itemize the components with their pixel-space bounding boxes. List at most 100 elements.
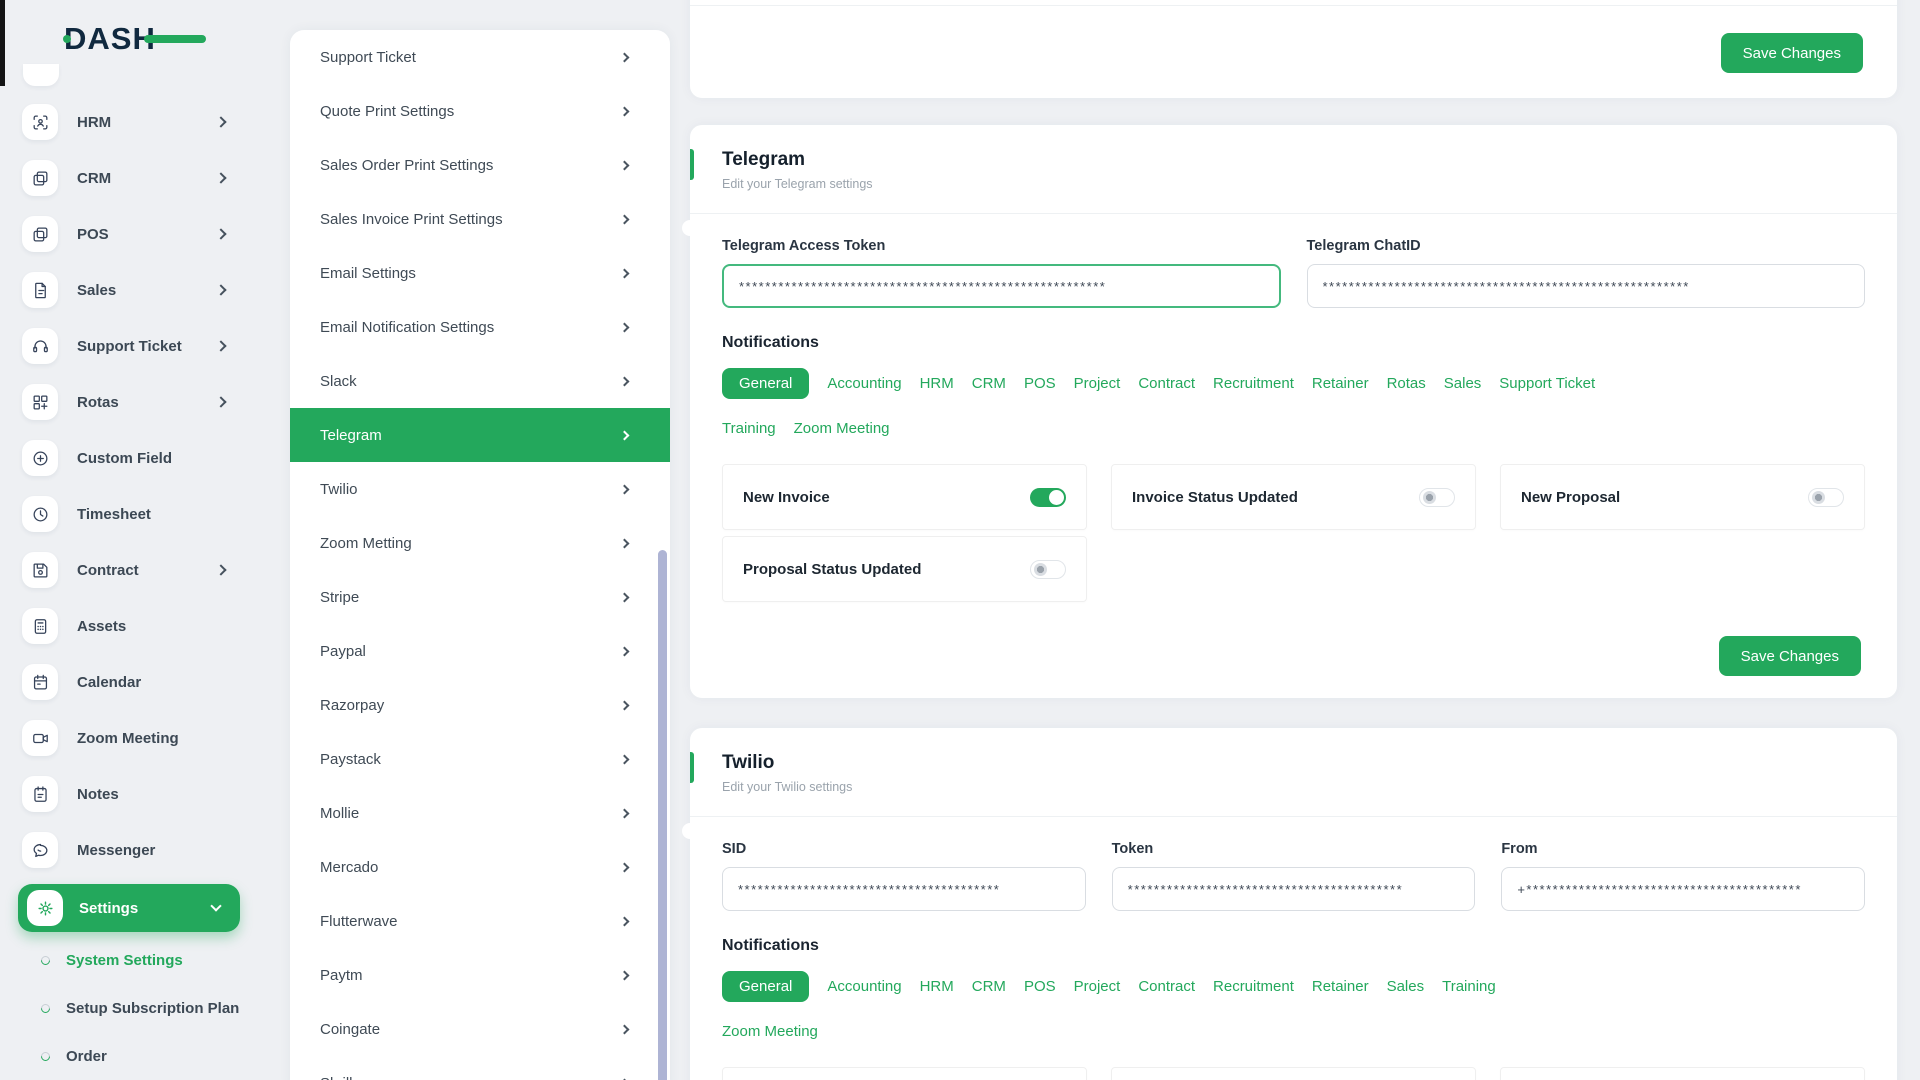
tab-hrm[interactable]: HRM bbox=[920, 971, 954, 1002]
sidebar-item-rotas[interactable]: Rotas bbox=[0, 374, 287, 430]
chevron-right-icon bbox=[620, 592, 630, 602]
toggle-label: Invoice Status Updated bbox=[1132, 489, 1298, 506]
settings-menu-item-paystack[interactable]: Paystack bbox=[290, 732, 670, 786]
settings-menu-item-skrill[interactable]: Skrill bbox=[290, 1056, 670, 1080]
tab-general[interactable]: General bbox=[722, 971, 809, 1002]
settings-menu-item-slack[interactable]: Slack bbox=[290, 354, 670, 408]
settings-menu-item-label: Email Notification Settings bbox=[320, 319, 494, 336]
settings-menu-item-label: Twilio bbox=[320, 481, 358, 498]
sidebar-item-zoom-meeting[interactable]: Zoom Meeting bbox=[0, 710, 287, 766]
sidebar-subitem-order[interactable]: Order bbox=[0, 1032, 287, 1080]
tab-recruitment[interactable]: Recruitment bbox=[1213, 368, 1294, 399]
sidebar-item-timesheet[interactable]: Timesheet bbox=[0, 486, 287, 542]
invoice-status-updated-toggle[interactable] bbox=[1419, 488, 1455, 507]
settings-menu-item-twilio[interactable]: Twilio bbox=[290, 462, 670, 516]
sidebar-item-notes[interactable]: Notes bbox=[0, 766, 287, 822]
settings-menu-item-stripe[interactable]: Stripe bbox=[290, 570, 670, 624]
chevron-right-icon bbox=[620, 700, 630, 710]
sidebar-subitem-setup-subscription-plan[interactable]: Setup Subscription Plan bbox=[0, 984, 287, 1032]
sidebar-item-contract[interactable]: Contract bbox=[0, 542, 287, 598]
sidebar-item-custom-field[interactable]: Custom Field bbox=[0, 430, 287, 486]
sidebar-item-assets[interactable]: Assets bbox=[0, 598, 287, 654]
tab-retainer[interactable]: Retainer bbox=[1312, 368, 1369, 399]
settings-menu-item-quote-print-settings[interactable]: Quote Print Settings bbox=[290, 84, 670, 138]
settings-menu-item-paytm[interactable]: Paytm bbox=[290, 948, 670, 1002]
tab-hrm[interactable]: HRM bbox=[920, 368, 954, 399]
sidebar-item-settings[interactable]: Settings bbox=[18, 884, 240, 932]
settings-menu-item-support-ticket[interactable]: Support Ticket bbox=[290, 30, 670, 84]
tab-training[interactable]: Training bbox=[722, 413, 776, 444]
tab-accounting[interactable]: Accounting bbox=[827, 368, 901, 399]
proposal-status-updated-toggle[interactable] bbox=[1030, 560, 1066, 579]
telegram-card: Telegram Edit your Telegram settings Tel… bbox=[690, 125, 1897, 698]
sidebar-item-sales[interactable]: Sales bbox=[0, 262, 287, 318]
chevron-down-icon bbox=[210, 900, 221, 911]
tab-sales[interactable]: Sales bbox=[1387, 971, 1425, 1002]
tab-sales[interactable]: Sales bbox=[1444, 368, 1482, 399]
telegram-notification-tabs: General Accounting HRM CRM POS Project Contrac… bbox=[722, 368, 1602, 444]
tab-retainer[interactable]: Retainer bbox=[1312, 971, 1369, 1002]
chevron-right-icon bbox=[620, 214, 630, 224]
settings-menu-item-email-settings[interactable]: Email Settings bbox=[290, 246, 670, 300]
settings-menu-item-paypal[interactable]: Paypal bbox=[290, 624, 670, 678]
twilio-toggle-cards: New InvoiceInvoice Status UpdatedNew Pro… bbox=[722, 1067, 1865, 1080]
tab-accounting[interactable]: Accounting bbox=[827, 971, 901, 1002]
tab-recruitment[interactable]: Recruitment bbox=[1213, 971, 1294, 1002]
sidebar-item-calendar[interactable]: Calendar bbox=[0, 654, 287, 710]
tab-support-ticket[interactable]: Support Ticket bbox=[1499, 368, 1595, 399]
settings-menu-item-telegram[interactable]: Telegram bbox=[290, 408, 670, 462]
tab-zoom-meeting[interactable]: Zoom Meeting bbox=[722, 1016, 818, 1047]
settings-menu-item-coingate[interactable]: Coingate bbox=[290, 1002, 670, 1056]
settings-menu-item-mercado[interactable]: Mercado bbox=[290, 840, 670, 894]
tab-contract[interactable]: Contract bbox=[1138, 971, 1195, 1002]
sidebar-subitem-label: System Settings bbox=[66, 952, 183, 969]
field-group: SID bbox=[722, 841, 1086, 911]
settings-submenu-panel: Support TicketQuote Print SettingsSales … bbox=[290, 30, 670, 1080]
settings-menu-item-sales-invoice-print-settings[interactable]: Sales Invoice Print Settings bbox=[290, 192, 670, 246]
tab-contract[interactable]: Contract bbox=[1138, 368, 1195, 399]
tab-pos[interactable]: POS bbox=[1024, 368, 1056, 399]
scrollbar-thumb[interactable] bbox=[658, 550, 667, 1080]
sidebar-subitem-system-settings[interactable]: System Settings bbox=[0, 936, 287, 984]
tab-project[interactable]: Project bbox=[1074, 368, 1121, 399]
toggle-label: Proposal Status Updated bbox=[743, 561, 921, 578]
twilio-subtitle: Edit your Twilio settings bbox=[722, 780, 1865, 794]
accent-bar bbox=[690, 149, 694, 180]
telegram-chatid-input[interactable] bbox=[1307, 264, 1866, 308]
new-invoice-toggle[interactable] bbox=[1030, 488, 1066, 507]
tab-crm[interactable]: CRM bbox=[972, 971, 1006, 1002]
window-edge bbox=[0, 0, 5, 86]
tab-crm[interactable]: CRM bbox=[972, 368, 1006, 399]
tab-pos[interactable]: POS bbox=[1024, 971, 1056, 1002]
save-button[interactable]: Save Changes bbox=[1721, 33, 1863, 73]
tab-zoom-meeting[interactable]: Zoom Meeting bbox=[794, 413, 890, 444]
sid-input[interactable] bbox=[722, 867, 1086, 911]
sidebar-item-pos[interactable]: POS bbox=[0, 206, 287, 262]
telegram-access-token-input[interactable] bbox=[722, 264, 1281, 308]
chat-icon bbox=[22, 832, 58, 868]
settings-menu-item-razorpay[interactable]: Razorpay bbox=[290, 678, 670, 732]
chevron-right-icon bbox=[620, 646, 630, 656]
new-proposal-toggle[interactable] bbox=[1808, 488, 1844, 507]
token-input[interactable] bbox=[1112, 867, 1476, 911]
tab-project[interactable]: Project bbox=[1074, 971, 1121, 1002]
save-button[interactable]: Save Changes bbox=[1719, 636, 1861, 676]
sidebar-item-crm[interactable]: CRM bbox=[0, 150, 287, 206]
sidebar-item-hrm[interactable]: HRM bbox=[0, 94, 287, 150]
notification-toggle-card: New Proposal bbox=[1500, 1067, 1865, 1080]
from-input[interactable] bbox=[1501, 867, 1865, 911]
sidebar-item-support-ticket[interactable]: Support Ticket bbox=[0, 318, 287, 374]
sidebar-item-label: Sales bbox=[77, 282, 116, 299]
tab-training[interactable]: Training bbox=[1442, 971, 1496, 1002]
calculator-icon bbox=[22, 608, 58, 644]
settings-menu-item-email-notification-settings[interactable]: Email Notification Settings bbox=[290, 300, 670, 354]
chevron-right-icon bbox=[215, 228, 226, 239]
settings-menu-item-sales-order-print-settings[interactable]: Sales Order Print Settings bbox=[290, 138, 670, 192]
settings-menu-item-mollie[interactable]: Mollie bbox=[290, 786, 670, 840]
tab-rotas[interactable]: Rotas bbox=[1387, 368, 1426, 399]
sidebar-item-messenger[interactable]: Messenger bbox=[0, 822, 287, 878]
settings-menu-item-flutterwave[interactable]: Flutterwave bbox=[290, 894, 670, 948]
settings-menu-item-zoom-metting[interactable]: Zoom Metting bbox=[290, 516, 670, 570]
save-icon bbox=[22, 552, 58, 588]
tab-general[interactable]: General bbox=[722, 368, 809, 399]
